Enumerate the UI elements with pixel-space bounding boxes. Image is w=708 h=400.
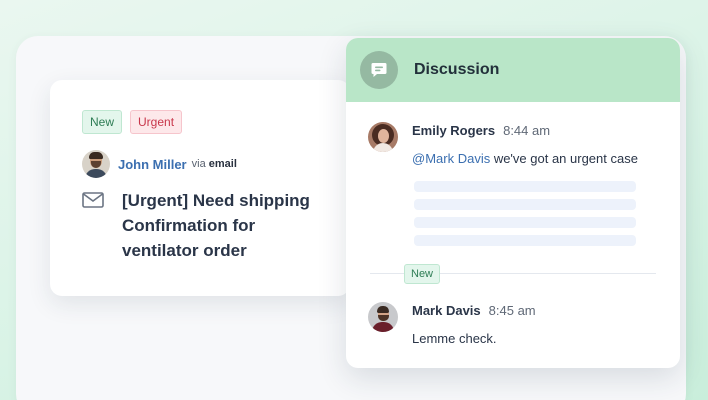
ticket-subject: [Urgent] Need shipping Confirmation for …	[122, 191, 310, 260]
avatar	[82, 150, 110, 178]
new-tag: New	[82, 110, 123, 134]
message-item: Emily Rogers 8:44 am @Mark Davis we've g…	[368, 122, 638, 166]
chat-bubble-icon	[360, 51, 398, 89]
ticket-card[interactable]: New Urgent John Miller via email [Urgent…	[50, 80, 350, 296]
new-messages-badge: New	[404, 264, 441, 284]
message-time: 8:45 am	[488, 303, 536, 318]
requester: John Miller via email	[82, 150, 237, 178]
message-author: Emily Rogers	[412, 123, 496, 138]
requester-channel: via email	[191, 158, 237, 170]
discussion-title: Discussion	[414, 61, 500, 78]
ticket-subject-row: [Urgent] Need shipping Confirmation for …	[82, 188, 332, 263]
message-placeholder-lines	[414, 181, 636, 253]
message-time: 8:44 am	[503, 123, 551, 138]
message-text: Lemme check.	[412, 331, 497, 346]
discussion-header: Discussion	[346, 38, 680, 102]
message-text: @Mark Davis we've got an urgent case	[412, 151, 638, 166]
message-item: Mark Davis 8:45 am Lemme check.	[368, 302, 536, 346]
message-author: Mark Davis	[412, 303, 481, 318]
requester-name[interactable]: John Miller	[118, 157, 187, 172]
ticket-tags: New Urgent	[82, 110, 183, 134]
mail-icon	[82, 192, 104, 208]
discussion-card: Discussion Emily Rogers 8:44 am @Mark Da…	[346, 38, 680, 368]
mention-link[interactable]: @Mark Davis	[412, 151, 490, 166]
urgent-tag: Urgent	[130, 110, 183, 134]
avatar	[368, 122, 398, 152]
avatar	[368, 302, 398, 332]
